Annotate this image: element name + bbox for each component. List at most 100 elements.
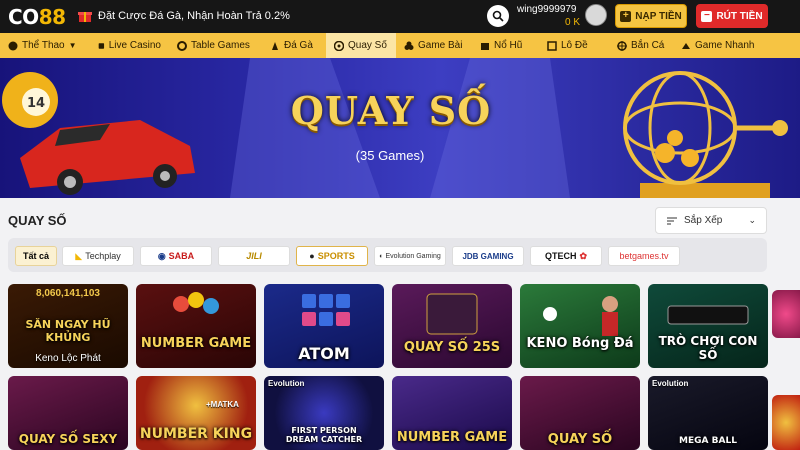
provider-chip-techplay[interactable]: ◣ Techplay — [62, 246, 134, 266]
game-tile-mega-ball[interactable]: Evolution MEGA BALL — [648, 376, 768, 450]
k-sports-icon: ● — [309, 251, 315, 261]
hero-banner: 14 QUAY SỐ (35 Games) — [0, 58, 800, 198]
banner-subtitle: (35 Games) — [355, 148, 425, 163]
nav-item-da-ga[interactable]: Đá Gà — [262, 33, 326, 58]
game-tile-keno-bong-da[interactable]: KENO Bóng Đá — [520, 284, 640, 368]
promo-banner[interactable]: Đặt Cược Đá Gà, Nhận Hoàn Trả 0.2% — [78, 9, 290, 23]
game-tile-dream-catcher[interactable]: Evolution FIRST PERSON DREAM CATCHER — [264, 376, 384, 450]
nav-label: Thể Thao — [22, 40, 65, 51]
nav-label: Game Nhanh — [695, 40, 755, 51]
evolution-badge: Evolution — [268, 379, 305, 388]
provider-chip-jili[interactable]: JILI — [218, 246, 290, 266]
logo-text: CO — [8, 5, 39, 29]
provider-chip-qtech[interactable]: QTECH ✿ — [530, 246, 602, 266]
game-tile-keno-loc-phat[interactable]: 8,060,141,103 SĂN NGAY HŨ KHỦNG Keno Lộc… — [8, 284, 128, 368]
nav-item-no-hu[interactable]: Nổ Hũ — [472, 33, 539, 58]
nav-item-quay-so[interactable]: Quay Số — [326, 33, 396, 58]
provider-chip-sports[interactable]: ● SPORTS — [296, 246, 368, 266]
avatar[interactable] — [585, 4, 607, 26]
nav-item-game-nhanh[interactable]: Game Nhanh — [673, 33, 800, 58]
nav-label: Table Games — [191, 40, 250, 51]
number-grid-icon — [426, 293, 478, 335]
game-title: MEGA BALL — [679, 436, 737, 446]
withdraw-button[interactable]: − RÚT TIỀN — [696, 4, 768, 28]
search-icon — [492, 10, 504, 22]
search-button[interactable] — [487, 5, 509, 27]
game-tile-number-king[interactable]: +MATKA NUMBER KING — [136, 376, 256, 450]
sort-dropdown[interactable]: Sắp Xếp ⌄ — [655, 207, 767, 234]
provider-chip-saba[interactable]: ◉ SABA — [140, 246, 212, 266]
lotto-icon — [547, 40, 557, 51]
game-tile-number-game-2[interactable]: NUMBER GAME — [392, 376, 512, 450]
site-logo[interactable]: CO88 — [8, 5, 66, 29]
nav-item-ban-ca[interactable]: Bắn Cá — [609, 33, 673, 58]
jackpot-counter: 8,060,141,103 — [36, 288, 100, 299]
game-title: QUAY SỐ SEXY — [18, 432, 118, 446]
game-title: SĂN NGAY HŨ KHỦNG — [25, 318, 111, 344]
evolution-badge: Evolution — [652, 379, 689, 388]
game-title: FIRST PERSON DREAM CATCHER — [285, 426, 363, 444]
saba-icon: ◉ — [157, 250, 166, 261]
lottery-balls-icon — [173, 292, 219, 314]
game-tile-quay-so-sexy[interactable]: QUAY SỐ SEXY — [8, 376, 128, 450]
cards-icon — [404, 41, 414, 50]
chip-label: JDB GAMING — [462, 251, 514, 261]
game-tile-quay-so-25s[interactable]: QUAY SỐ 25S — [392, 284, 512, 368]
provider-chip-all[interactable]: Tất cả — [15, 246, 57, 266]
chip-label: QTECH — [544, 251, 577, 261]
banner-title: QUAY SỐ — [290, 88, 492, 133]
chip-label: SABA — [168, 251, 195, 261]
game-title: QUAY SỐ 25S — [403, 340, 501, 355]
game-title: KENO Bóng Đá — [526, 336, 634, 351]
game-caption: Keno Lộc Phát — [35, 353, 101, 364]
provider-chip-jdb[interactable]: JDB GAMING — [452, 246, 524, 266]
live-casino-icon — [98, 42, 105, 49]
nav-label: Game Bài — [418, 40, 463, 51]
rooster-icon — [272, 41, 278, 50]
nav-item-lo-de[interactable]: Lô Đề — [539, 33, 609, 58]
game-title: TRÒ CHƠI CON SỐ — [658, 334, 758, 362]
game-tile-tro-choi-con-so[interactable]: TRÒ CHƠI CON SỐ — [648, 284, 768, 368]
qtech-icon: ✿ — [579, 250, 588, 261]
side-promo-bottom[interactable] — [772, 395, 800, 450]
game-title: NUMBER GAME — [140, 336, 252, 351]
fish-icon — [617, 40, 627, 51]
nav-item-live-casino[interactable]: Live Casino — [90, 33, 169, 58]
football-player-icon — [543, 296, 618, 336]
game-tile-quay-so[interactable]: QUAY SỐ — [520, 376, 640, 450]
number-grid-icon — [302, 294, 350, 326]
minus-icon: − — [701, 10, 713, 22]
section-title: QUAY SỐ — [8, 213, 67, 228]
withdraw-label: RÚT TIỀN — [716, 10, 763, 22]
chip-label: Tất cả — [22, 251, 49, 261]
side-promo-top[interactable] — [772, 290, 800, 338]
main-nav: Thể Thao ▼ Live Casino Table Games Đá Gà… — [0, 33, 800, 58]
game-tile-atom[interactable]: ATOM — [264, 284, 384, 368]
nav-label: Đá Gà — [284, 40, 313, 51]
nav-item-the-thao[interactable]: Thể Thao ▼ — [0, 33, 90, 58]
provider-chip-evolution[interactable]: ◐ Evolution Gaming — [374, 246, 446, 266]
sports-icon — [8, 41, 18, 50]
table-games-icon — [177, 40, 187, 51]
username: wing9999979 — [517, 4, 577, 15]
nav-label: Bắn Cá — [631, 40, 665, 51]
deposit-button[interactable]: + NẠP TIỀN — [615, 4, 687, 28]
top-bar: CO88 Đặt Cược Đá Gà, Nhận Hoàn Trả 0.2% … — [0, 0, 800, 33]
fast-game-icon — [682, 42, 690, 49]
chip-label: SPORTS — [317, 251, 355, 261]
chip-label: Techplay — [85, 251, 121, 261]
nav-label: Quay Số — [348, 40, 387, 51]
chip-label: JILI — [246, 251, 262, 261]
nav-label: Lô Đề — [561, 40, 588, 51]
sort-label: Sắp Xếp — [684, 215, 723, 226]
matka-badge: +MATKA — [206, 400, 239, 409]
nav-item-table-games[interactable]: Table Games — [169, 33, 262, 58]
nav-item-game-bai[interactable]: Game Bài — [396, 33, 472, 58]
chip-label: Evolution Gaming — [385, 252, 441, 260]
game-tile-number-game[interactable]: NUMBER GAME — [136, 284, 256, 368]
provider-chip-betgames[interactable]: betgames.tv — [608, 246, 680, 266]
plus-icon: + — [620, 10, 632, 22]
chevron-down-icon: ▼ — [68, 41, 77, 50]
gift-icon — [78, 12, 92, 22]
game-title: QUAY SỐ — [547, 432, 613, 447]
